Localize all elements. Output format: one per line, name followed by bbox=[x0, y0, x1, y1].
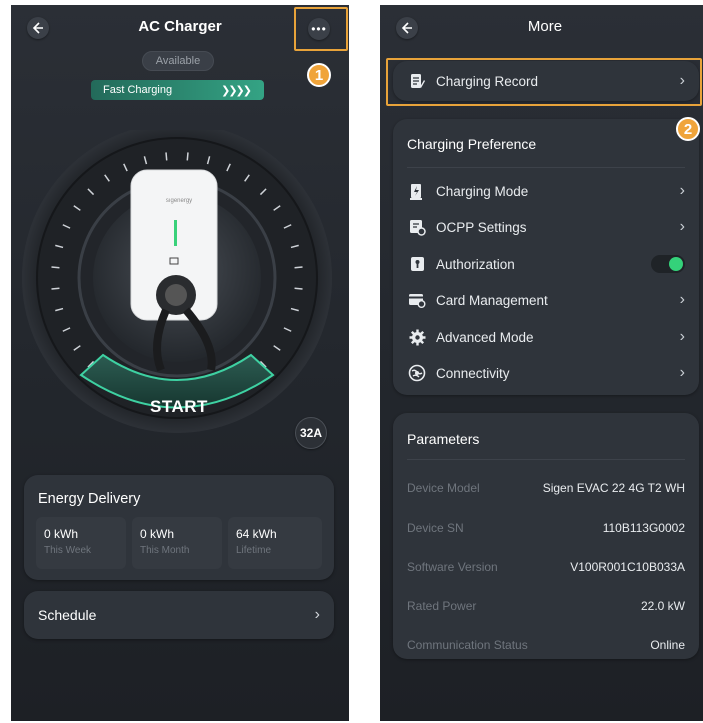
param-value: V100R001C10B033A bbox=[570, 560, 685, 574]
param-value: Sigen EVAC 22 4G T2 WH bbox=[542, 481, 685, 495]
chevrons-icon: ❯❯❯❯ bbox=[221, 84, 252, 97]
param-key: Communication Status bbox=[407, 638, 528, 652]
row-label: Charging Mode bbox=[436, 183, 529, 199]
dial-tick bbox=[165, 152, 168, 161]
row-label: Authorization bbox=[436, 256, 515, 272]
back-button[interactable] bbox=[27, 17, 49, 39]
charger-dial bbox=[22, 130, 332, 433]
authorization-row[interactable]: Authorization bbox=[407, 252, 685, 276]
fast-charging-banner: Fast Charging ❯❯❯❯ bbox=[91, 80, 264, 100]
dial-tick bbox=[51, 287, 60, 290]
param-key: Rated Power bbox=[407, 599, 477, 613]
param-communication-status: Communication Status Online bbox=[407, 638, 685, 652]
energy-stat-month: 0 kWh This Month bbox=[132, 517, 222, 569]
chevron-right-icon: › bbox=[679, 218, 685, 235]
stat-label: Lifetime bbox=[236, 545, 272, 556]
stat-label: This Month bbox=[140, 545, 190, 556]
param-rated-power: Rated Power 22.0 kW bbox=[407, 599, 685, 613]
connectivity-icon bbox=[407, 363, 427, 383]
row-label: Advanced Mode bbox=[436, 329, 534, 345]
param-key: Device Model bbox=[407, 481, 480, 495]
fast-charging-label: Fast Charging bbox=[103, 84, 173, 96]
param-device-sn: Device SN 110B113G0002 bbox=[407, 521, 685, 535]
more-button-highlight bbox=[294, 7, 348, 51]
current-badge[interactable]: 32A bbox=[295, 417, 327, 449]
param-value: 110B113G0002 bbox=[602, 521, 685, 535]
stat-value: 0 kWh bbox=[44, 527, 79, 541]
status-badge: Available bbox=[142, 51, 214, 71]
charger-brand-logo: sıgenergy bbox=[165, 198, 193, 204]
connectivity-row[interactable]: Connectivity › bbox=[407, 361, 685, 385]
dial-tick bbox=[51, 266, 60, 269]
back-arrow-icon bbox=[32, 22, 43, 34]
charging-preference-title: Charging Preference bbox=[407, 136, 537, 152]
back-button[interactable] bbox=[396, 17, 418, 39]
stat-value: 64 kWh bbox=[236, 527, 277, 541]
stat-label: This Week bbox=[44, 545, 92, 556]
divider bbox=[407, 167, 685, 168]
chevron-right-icon: › bbox=[679, 364, 685, 381]
dial-tick bbox=[294, 266, 303, 269]
authorization-toggle[interactable] bbox=[651, 255, 685, 273]
energy-delivery-card: Energy Delivery 0 kWh This Week 0 kWh Th… bbox=[24, 475, 334, 580]
param-key: Software Version bbox=[407, 560, 498, 574]
advanced-mode-icon bbox=[407, 327, 427, 347]
divider bbox=[407, 459, 685, 460]
step-badge-1: 1 bbox=[307, 63, 331, 87]
advanced-mode-row[interactable]: Advanced Mode › bbox=[407, 325, 685, 349]
card-management-row[interactable]: Card Management › bbox=[407, 288, 685, 312]
page-title: AC Charger bbox=[138, 18, 222, 35]
page-title: More bbox=[527, 18, 563, 35]
charging-mode-icon bbox=[407, 181, 427, 201]
chevron-right-icon: › bbox=[679, 182, 685, 199]
chevron-right-icon: › bbox=[679, 291, 685, 308]
dial-tick bbox=[186, 152, 189, 161]
parameters-card: Parameters Device Model Sigen EVAC 22 4G… bbox=[393, 413, 699, 659]
param-value: Online bbox=[650, 638, 685, 652]
dial-tick bbox=[294, 287, 303, 290]
chevron-right-icon: › bbox=[314, 606, 320, 623]
param-value: 22.0 kW bbox=[640, 599, 685, 613]
stat-value: 0 kWh bbox=[140, 527, 175, 541]
charging-mode-row[interactable]: Charging Mode › bbox=[407, 179, 685, 203]
toggle-knob bbox=[669, 257, 683, 271]
more-screen: More Charging Record › Charging Preferen… bbox=[380, 5, 703, 721]
authorization-icon bbox=[407, 254, 427, 274]
row-label: Card Management bbox=[436, 292, 548, 308]
energy-stat-week: 0 kWh This Week bbox=[36, 517, 126, 569]
chevron-right-icon: › bbox=[679, 328, 685, 345]
back-arrow-icon bbox=[401, 22, 412, 34]
parameters-title: Parameters bbox=[407, 431, 480, 447]
row-label: Connectivity bbox=[436, 365, 510, 381]
param-device-model: Device Model Sigen EVAC 22 4G T2 WH bbox=[407, 481, 685, 495]
ocpp-settings-icon bbox=[407, 217, 427, 237]
param-software-version: Software Version V100R001C10B033A bbox=[407, 560, 685, 574]
start-button[interactable]: START bbox=[131, 397, 227, 417]
schedule-label: Schedule bbox=[38, 607, 97, 623]
charging-preference-card: Charging Preference Charging Mode › OCPP… bbox=[393, 119, 699, 395]
param-key: Device SN bbox=[407, 521, 464, 535]
ocpp-settings-row[interactable]: OCPP Settings › bbox=[407, 215, 685, 239]
schedule-row[interactable]: Schedule › bbox=[24, 591, 334, 639]
energy-stat-lifetime: 64 kWh Lifetime bbox=[228, 517, 322, 569]
energy-delivery-title: Energy Delivery bbox=[38, 491, 141, 507]
charging-record-highlight bbox=[386, 58, 702, 106]
step-badge-2: 2 bbox=[676, 117, 700, 141]
ac-charger-screen: AC Charger ••• Available Fast Charging ❯… bbox=[11, 5, 349, 721]
row-label: OCPP Settings bbox=[436, 219, 527, 235]
card-management-icon bbox=[407, 290, 427, 310]
